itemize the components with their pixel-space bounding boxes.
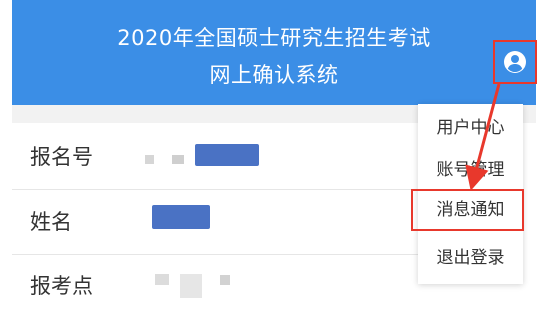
redacted-value-pixel [172,155,184,164]
user-dropdown-menu: 用户中心 账号管理 消息通知 退出登录 [418,104,523,284]
page-title-line2: 网上确认系统 [209,63,339,87]
exam-site-label: 报考点 [30,274,93,298]
info-row-exam-site: 报考点 [12,254,422,318]
redacted-value-pixel [180,274,202,298]
user-circle-icon [504,51,526,73]
redacted-value-block [195,144,259,166]
name-label: 姓名 [30,210,72,234]
menu-item-user-center[interactable]: 用户中心 [418,110,523,146]
menu-item-message-notification[interactable]: 消息通知 [418,192,523,228]
redacted-value-pixel [220,275,230,285]
redacted-value-pixel [145,155,154,164]
app-header: 2020年全国硕士研究生招生考试 网上确认系统 [12,0,537,105]
menu-item-logout[interactable]: 退出登录 [418,240,523,276]
redacted-value-block [152,205,210,229]
user-menu-button[interactable] [493,40,537,84]
menu-item-account-management[interactable]: 账号管理 [418,152,523,188]
info-row-name: 姓名 [12,190,422,255]
registration-number-label: 报名号 [30,145,93,169]
page-title-line1: 2020年全国硕士研究生招生考试 [117,26,431,50]
info-row-registration-number: 报名号 [12,125,422,190]
redacted-value-pixel [155,274,169,285]
